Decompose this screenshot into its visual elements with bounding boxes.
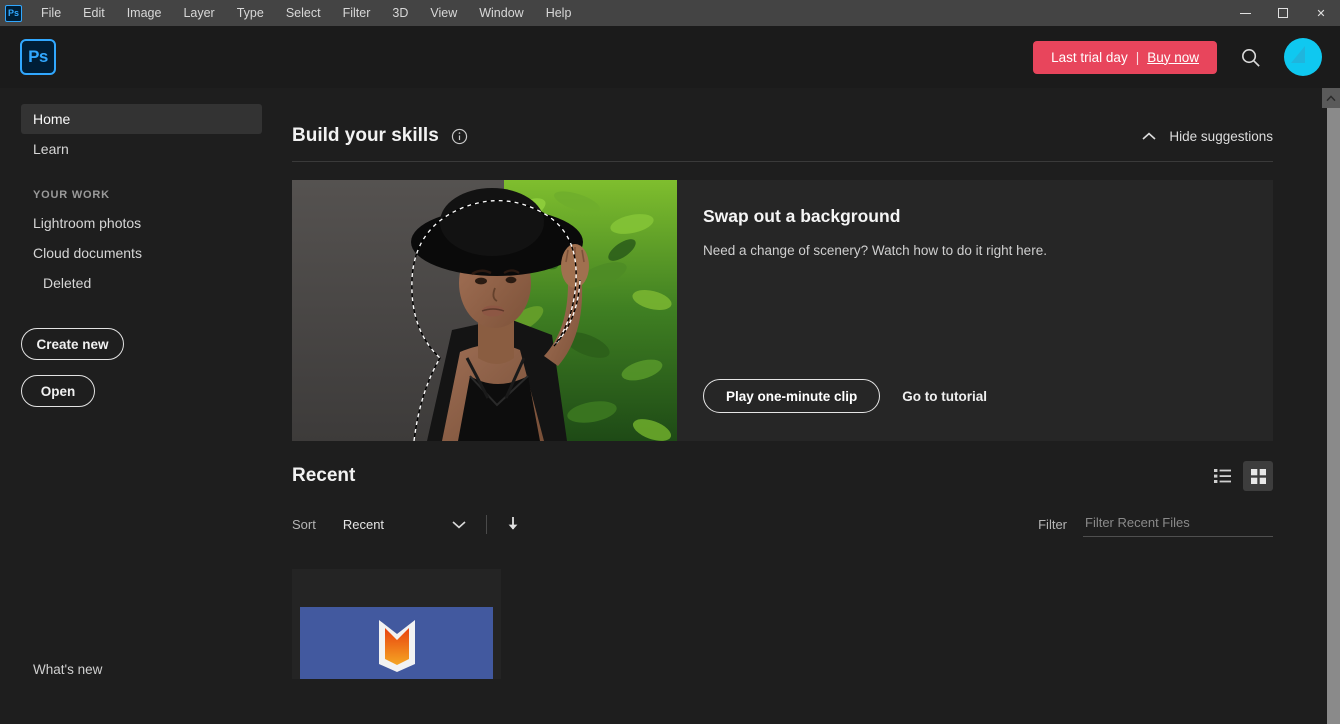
- menu-item-filter[interactable]: Filter: [332, 2, 382, 24]
- suggestion-card[interactable]: Swap out a background Need a change of s…: [292, 180, 1273, 441]
- menu-item-view[interactable]: View: [419, 2, 468, 24]
- search-icon[interactable]: [1239, 46, 1262, 69]
- recent-file-thumbnail: [300, 607, 493, 679]
- close-icon: ✕: [1316, 7, 1326, 20]
- window-controls: ✕: [1226, 0, 1340, 26]
- suggestion-card-body: Swap out a background Need a change of s…: [677, 180, 1273, 441]
- sidebar-item-cloud-documents[interactable]: Cloud documents: [21, 238, 262, 268]
- header-actions: Last trial day | Buy now: [1033, 38, 1322, 76]
- ps-home-logo[interactable]: Ps: [20, 39, 56, 75]
- file-logo-icon: [378, 620, 415, 672]
- chevron-up-icon: [1142, 132, 1156, 140]
- trial-separator: |: [1135, 49, 1140, 65]
- sidebar: Home Learn YOUR WORK Lightroom photos Cl…: [0, 88, 283, 724]
- maximize-button[interactable]: [1264, 0, 1302, 26]
- list-view-button[interactable]: [1207, 461, 1237, 491]
- sort-label: Sort: [292, 516, 316, 532]
- sort-dropdown-button[interactable]: [452, 520, 466, 529]
- minimize-icon: [1239, 12, 1251, 14]
- view-toggle-group: [1207, 461, 1273, 491]
- arrow-down-icon: [508, 517, 518, 530]
- sidebar-item-label: Learn: [33, 141, 69, 157]
- main-content: Build your skills Hide suggestions Swap …: [283, 88, 1340, 724]
- sort-dropdown-value[interactable]: Recent: [343, 517, 384, 532]
- play-clip-button[interactable]: Play one-minute clip: [703, 379, 881, 413]
- sidebar-item-lightroom-photos[interactable]: Lightroom photos: [21, 208, 262, 238]
- menu-item-select[interactable]: Select: [275, 2, 332, 24]
- create-new-button[interactable]: Create new: [21, 328, 124, 360]
- filter-group: Filter: [1038, 511, 1273, 537]
- recent-header: Recent: [292, 441, 1273, 503]
- recent-files-grid: [292, 545, 1273, 679]
- hide-suggestions-label: Hide suggestions: [1169, 128, 1273, 144]
- whats-new-link[interactable]: What's new: [33, 662, 102, 677]
- trial-status-badge[interactable]: Last trial day | Buy now: [1033, 40, 1217, 74]
- toolbar-divider: [486, 514, 488, 534]
- sort-direction-button[interactable]: [507, 516, 519, 532]
- hide-suggestions-button[interactable]: Hide suggestions: [1142, 129, 1273, 144]
- menu-item-help[interactable]: Help: [535, 2, 583, 24]
- title-bar: Ps File Edit Image Layer Type Select Fil…: [0, 0, 1340, 26]
- sidebar-item-home[interactable]: Home: [21, 104, 262, 134]
- scroll-up-icon: [1326, 94, 1336, 101]
- app-header: Ps Last trial day | Buy now: [0, 26, 1340, 88]
- menu-item-window[interactable]: Window: [468, 2, 534, 24]
- menu-item-file[interactable]: File: [30, 2, 72, 24]
- close-button[interactable]: ✕: [1302, 0, 1340, 26]
- buy-now-link[interactable]: Buy now: [1147, 50, 1199, 65]
- sidebar-item-label: Cloud documents: [33, 245, 142, 261]
- sidebar-item-label: Deleted: [43, 275, 92, 291]
- menu-item-image[interactable]: Image: [116, 2, 173, 24]
- vertical-scrollbar[interactable]: [1322, 88, 1340, 724]
- menu-item-type[interactable]: Type: [226, 2, 275, 24]
- grid-view-button[interactable]: [1243, 461, 1273, 491]
- info-icon[interactable]: [451, 128, 468, 145]
- section-divider: [292, 161, 1273, 162]
- sidebar-item-deleted[interactable]: Deleted: [21, 268, 262, 298]
- recent-file-card[interactable]: [292, 569, 501, 679]
- app-body: Home Learn YOUR WORK Lightroom photos Cl…: [0, 88, 1340, 724]
- suggestion-actions: Play one-minute clip Go to tutorial: [703, 379, 987, 413]
- go-to-tutorial-link[interactable]: Go to tutorial: [902, 389, 987, 404]
- suggestion-card-image: [292, 180, 677, 441]
- sidebar-item-learn[interactable]: Learn: [21, 134, 262, 164]
- maximize-icon: [1278, 8, 1288, 18]
- recent-toolbar: Sort Recent Filter: [292, 503, 1273, 545]
- sidebar-item-label: Lightroom photos: [33, 215, 142, 231]
- filter-label: Filter: [1038, 516, 1067, 532]
- ps-logo-icon: Ps: [5, 4, 22, 22]
- menu-item-3d[interactable]: 3D: [381, 2, 419, 24]
- menu-bar: File Edit Image Layer Type Select Filter…: [30, 2, 582, 24]
- avatar[interactable]: [1284, 38, 1322, 76]
- suggestion-subtitle: Need a change of scenery? Watch how to d…: [703, 243, 1047, 258]
- suggestion-title: Swap out a background: [703, 206, 901, 226]
- open-button[interactable]: Open: [21, 375, 95, 407]
- build-skills-header: Build your skills Hide suggestions: [292, 88, 1273, 150]
- recent-title: Recent: [292, 465, 356, 486]
- grid-view-icon: [1250, 468, 1266, 484]
- filter-input[interactable]: [1083, 511, 1273, 537]
- scroll-up-button[interactable]: [1322, 88, 1340, 108]
- trial-label: Last trial day: [1051, 49, 1128, 65]
- list-view-icon: [1213, 469, 1231, 483]
- sidebar-section-your-work: YOUR WORK: [33, 189, 110, 201]
- menu-item-layer[interactable]: Layer: [172, 2, 225, 24]
- sidebar-item-label: Home: [33, 111, 71, 127]
- page-title: Build your skills: [292, 125, 439, 146]
- chevron-down-icon: [452, 520, 466, 528]
- scrollbar-thumb[interactable]: [1327, 108, 1340, 724]
- minimize-button[interactable]: [1226, 0, 1264, 26]
- menu-item-edit[interactable]: Edit: [72, 2, 116, 24]
